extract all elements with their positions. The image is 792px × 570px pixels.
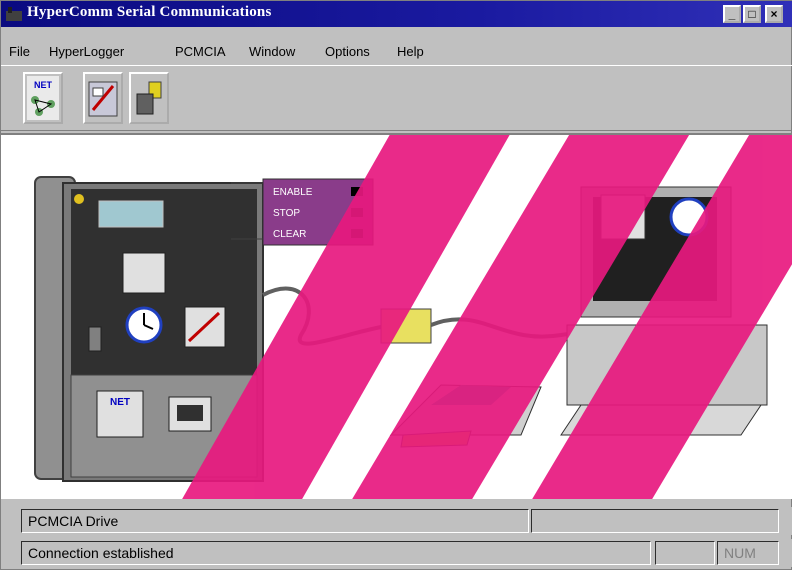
switch-icon [88,326,102,352]
menu-options[interactable]: Options [325,44,370,59]
num-lock-indicator: NUM [717,541,779,565]
minimize-button[interactable]: _ [723,5,741,23]
logger-toolbar-button[interactable] [83,72,123,124]
pcmcia-icon [136,81,162,115]
enable-label: ENABLE [273,187,313,198]
title-bar[interactable]: HyperComm Serial Communications _ □ × [1,1,792,27]
net-toolbar-button[interactable]: NET [23,72,63,124]
status-bar-top: PCMCIA Drive [1,507,792,535]
menu-file[interactable]: File [9,44,30,59]
connection-diagram: NET ENABLE STOP CLEAR [34,135,792,499]
device-display [98,200,164,228]
menu-pcmcia[interactable]: PCMCIA [175,44,226,59]
connection-status: Connection established [21,541,651,565]
monitor-icon [122,252,166,294]
menu-hyperlogger[interactable]: HyperLogger [49,44,124,59]
status-pane-right [531,509,779,533]
main-window: HyperComm Serial Communications _ □ × Fi… [0,0,792,570]
status-bar-bottom: Connection established NUM [1,539,792,567]
maximize-button[interactable]: □ [743,5,761,23]
clear-label: CLEAR [273,229,306,240]
app-icon [6,7,22,21]
stop-label: STOP [273,208,300,219]
menu-window[interactable]: Window [249,44,295,59]
logger-icon [88,81,118,117]
diagram-canvas: NET ENABLE STOP CLEAR [1,133,792,499]
toolbar: NET [1,65,792,131]
status-pane-blank [655,541,715,565]
menu-bar: File HyperLogger PCMCIA Window Options H… [1,41,792,65]
menu-help[interactable]: Help [397,44,424,59]
window-title: HyperComm Serial Communications [27,4,272,20]
close-button[interactable]: × [765,5,783,23]
lock-icon [74,194,84,204]
net-icon: NET [27,76,59,120]
net-toolbar-label: NET [34,80,53,90]
drive-status: PCMCIA Drive [21,509,529,533]
pcmcia-toolbar-button[interactable] [129,72,169,124]
net-panel-label: NET [110,397,130,408]
